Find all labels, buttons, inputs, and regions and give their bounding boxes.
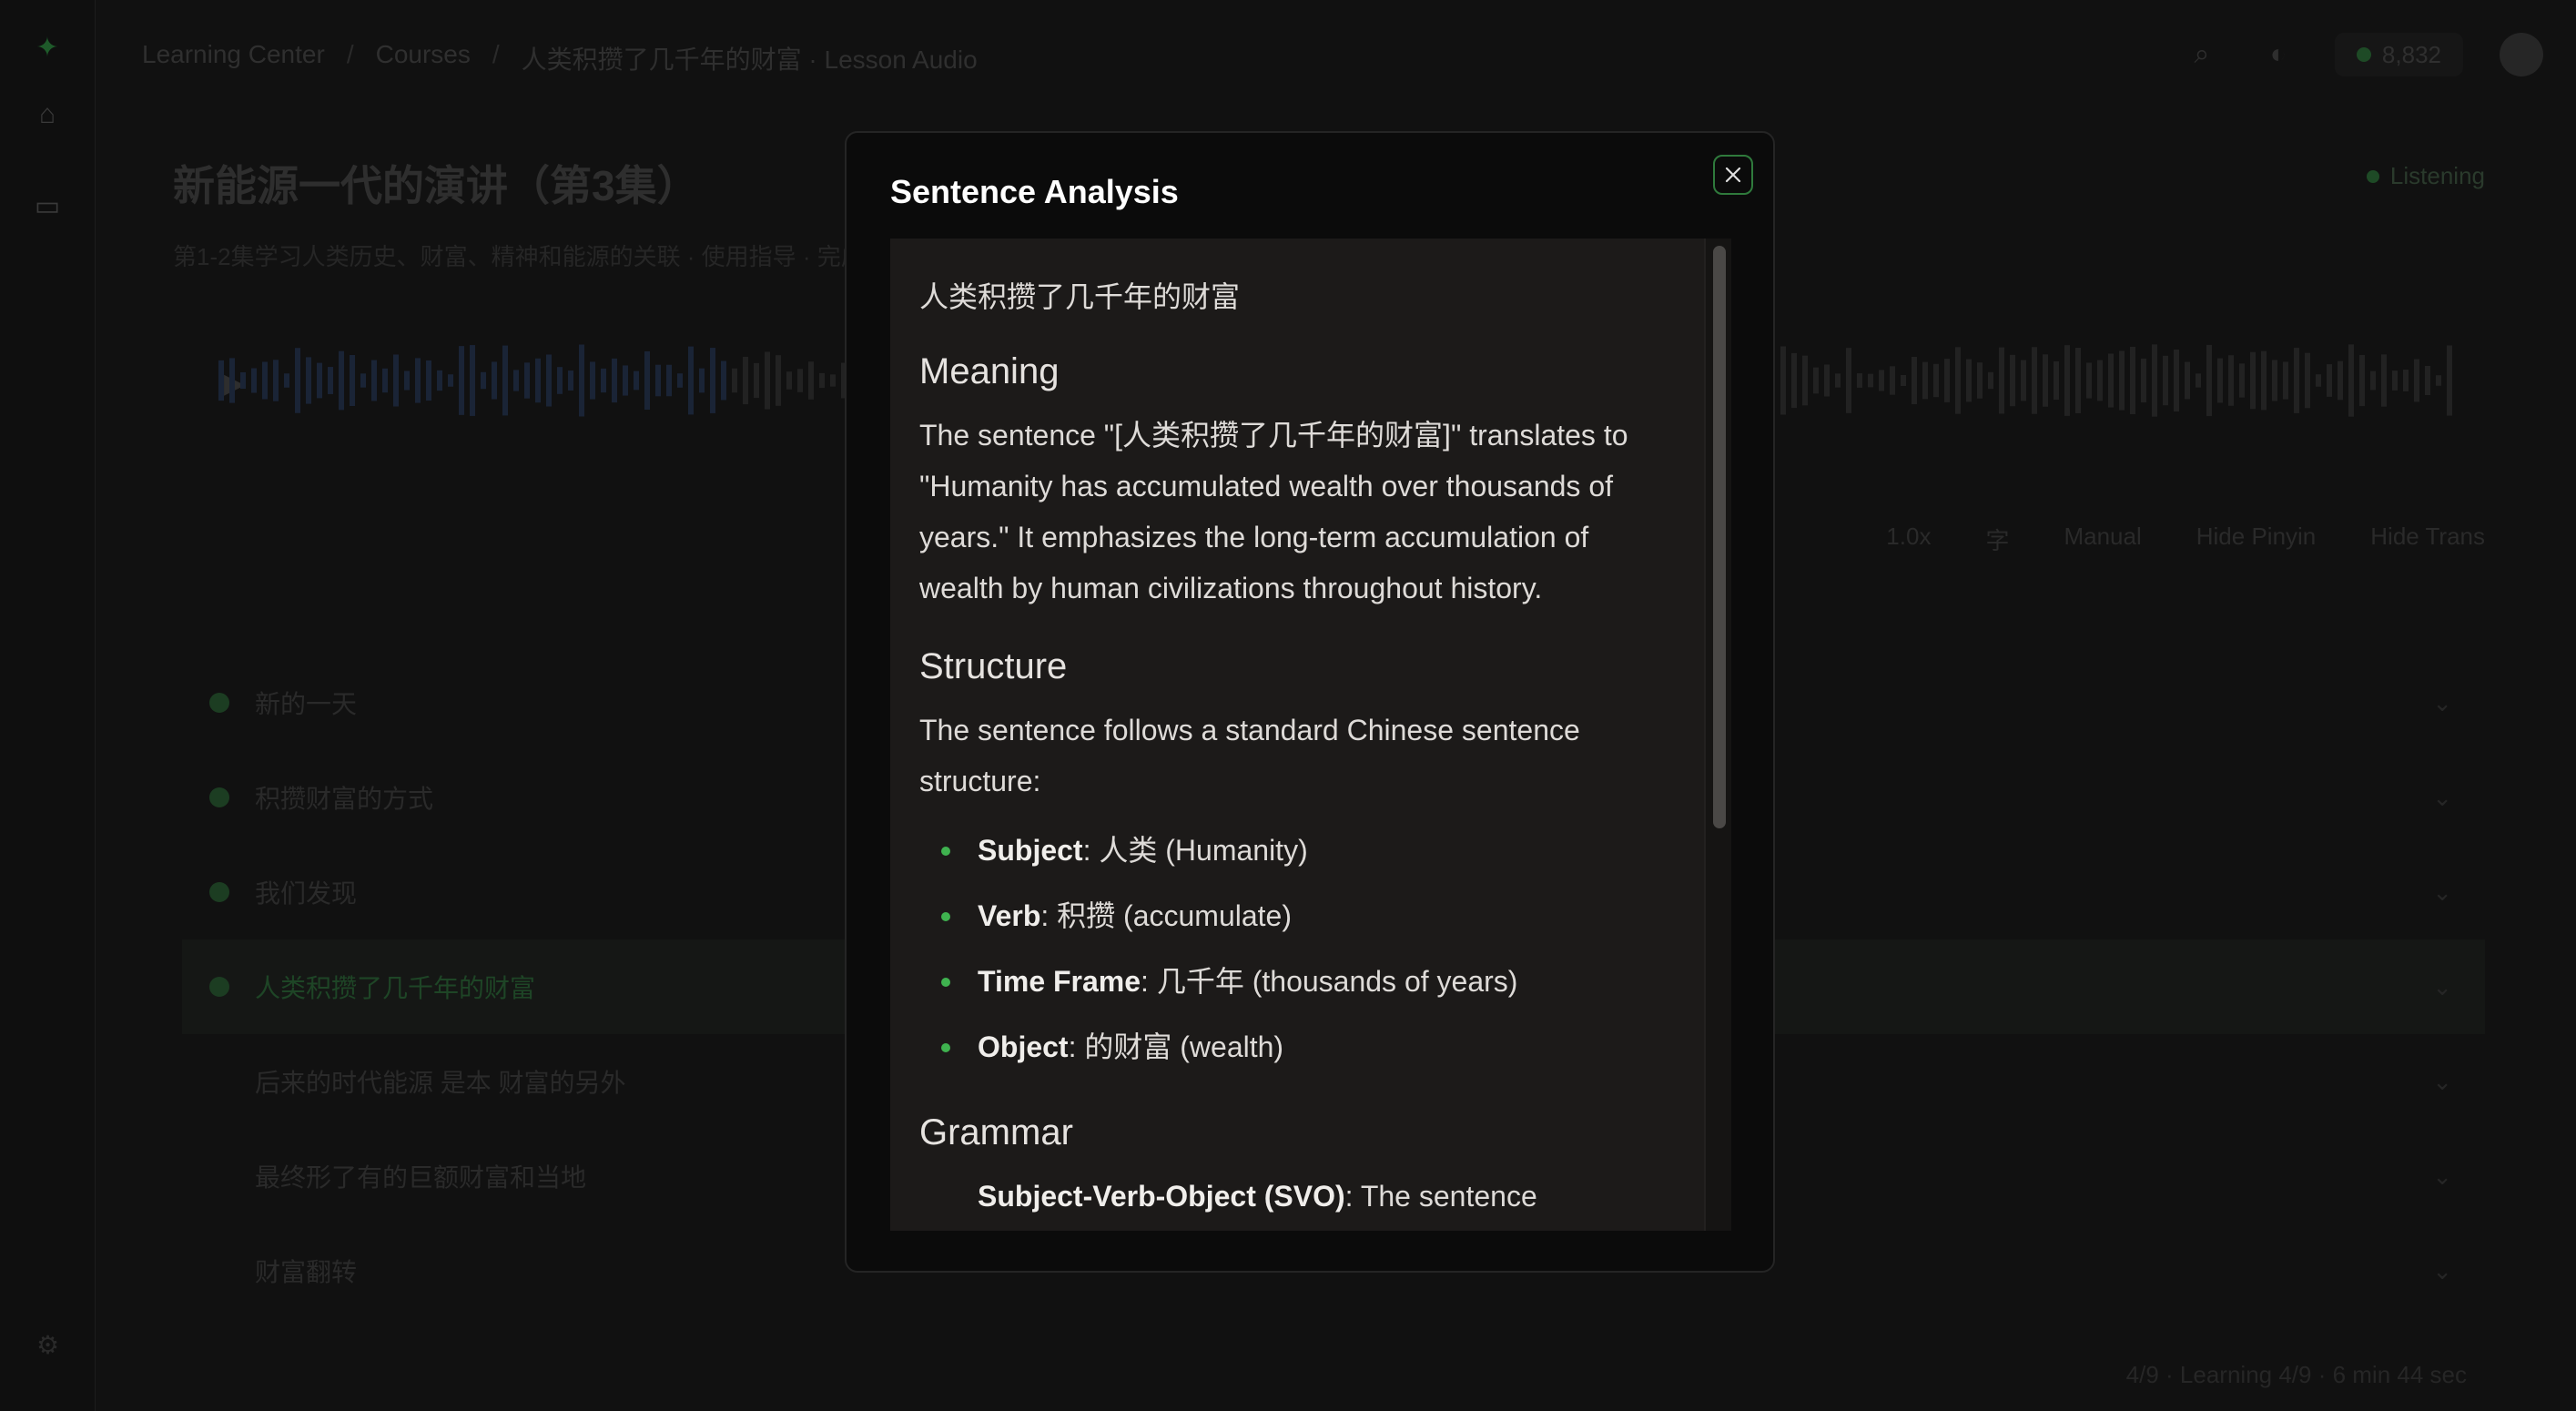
structure-term: Verb [978, 899, 1041, 932]
structure-item: Subject: 人类 (Humanity) [919, 817, 1675, 883]
structure-item: Object: 的财富 (wealth) [919, 1014, 1675, 1080]
scrollbar-track[interactable] [1704, 239, 1731, 1231]
structure-term: Object [978, 1030, 1069, 1063]
meaning-text: The sentence "[人类积攒了几千年的财富]" translates … [919, 419, 1628, 604]
structure-item: Verb: 积攒 (accumulate) [919, 883, 1675, 949]
grammar-term: Subject-Verb-Object (SVO) [978, 1180, 1345, 1213]
grammar-continuation: follows an SVO pattern: subject (人类), ve… [978, 1222, 1675, 1231]
structure-desc: : 的财富 (wealth) [1068, 1030, 1284, 1063]
close-button[interactable] [1713, 155, 1753, 195]
grammar-heading: Grammar [919, 1112, 1073, 1152]
analysis-content: 人类积攒了几千年的财富 Meaning The sentence "[人类积攒了… [919, 275, 1675, 1231]
structure-desc: : 人类 (Humanity) [1082, 834, 1308, 867]
close-icon [1725, 167, 1741, 183]
structure-term: Subject [978, 834, 1083, 867]
analyzed-sentence: 人类积攒了几千年的财富 [919, 280, 1241, 313]
structure-desc: : 几千年 (thousands of years) [1141, 965, 1518, 998]
sentence-analysis-dialog: Sentence Analysis 人类积攒了几千年的财富 Meaning Th… [845, 131, 1775, 1273]
meaning-heading: Meaning [919, 351, 1060, 391]
scrollbar-thumb[interactable] [1713, 246, 1726, 828]
grammar-desc: : The sentence [1344, 1180, 1537, 1213]
structure-heading: Structure [919, 646, 1068, 686]
app-background: ✦ ⌂ ▭ ⚙ Learning Center / Courses / 人类积攒… [0, 0, 2576, 1411]
structure-item: Time Frame: 几千年 (thousands of years) [919, 949, 1675, 1014]
grammar-list: Subject-Verb-Object (SVO): The sentence f… [919, 1171, 1675, 1231]
structure-text: The sentence follows a standard Chinese … [919, 714, 1580, 797]
structure-term: Time Frame [978, 965, 1141, 998]
dialog-title: Sentence Analysis [890, 173, 1179, 210]
structure-list: Subject: 人类 (Humanity) Verb: 积攒 (accumula… [919, 817, 1675, 1080]
analysis-scroll-area[interactable]: 人类积攒了几千年的财富 Meaning The sentence "[人类积攒了… [890, 239, 1731, 1231]
structure-desc: : 积攒 (accumulate) [1040, 899, 1293, 932]
grammar-item: Subject-Verb-Object (SVO): The sentence f… [919, 1171, 1675, 1231]
